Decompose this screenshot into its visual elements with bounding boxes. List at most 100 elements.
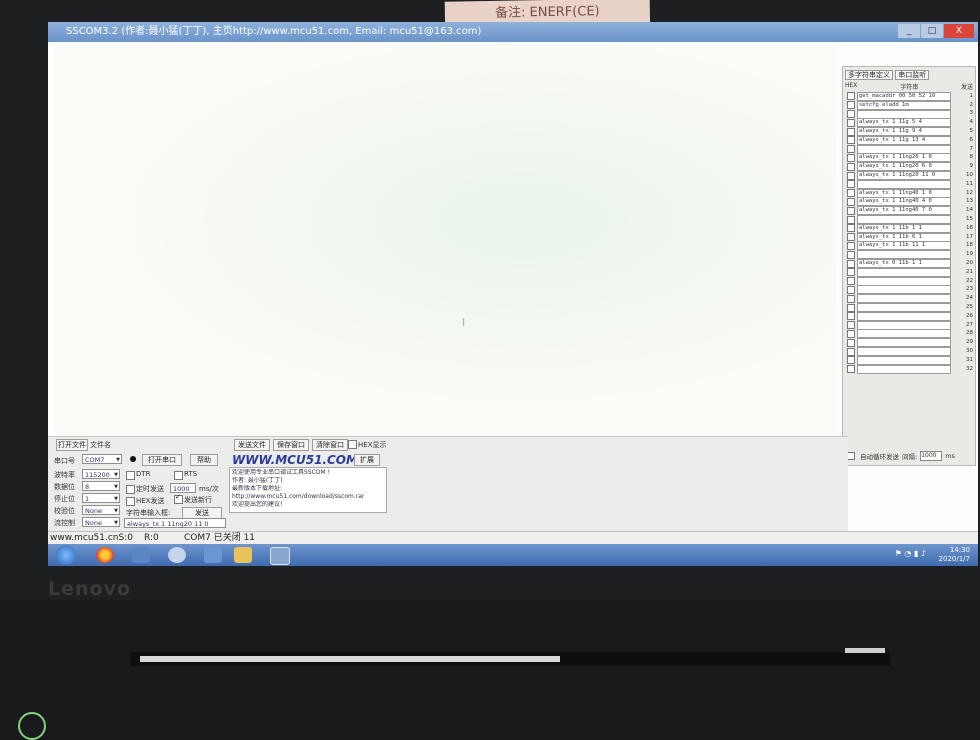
string-input[interactable]: always_tx 1 11ng40 7 0 [857, 206, 952, 216]
port-select[interactable]: COM7 [82, 454, 122, 465]
string-input[interactable]: always_tx 1 11g 9 4 [857, 127, 952, 137]
hex-checkbox[interactable] [847, 189, 855, 198]
hex-checkbox[interactable] [847, 294, 855, 303]
string-input[interactable]: always_tx 1 11ng20 6 0 [857, 162, 952, 172]
hex-checkbox[interactable] [847, 171, 855, 180]
send-file-button[interactable]: 发送文件 [234, 439, 270, 451]
tab-port-monitor[interactable]: 串口监听 [895, 70, 930, 80]
save-window-button[interactable]: 保存窗口 [273, 439, 309, 451]
hex-checkbox[interactable] [847, 215, 855, 224]
send-row-button[interactable]: 2 [955, 102, 974, 109]
tab-multi-string[interactable]: 多字符串定义 [845, 70, 893, 80]
hex-checkbox[interactable] [847, 321, 855, 330]
string-input[interactable] [857, 355, 952, 365]
timed-interval-input[interactable]: 1000 [170, 483, 196, 493]
send-row-button[interactable]: 19 [955, 251, 973, 258]
tray-icon[interactable]: ◔ [904, 549, 911, 558]
send-row-button[interactable]: 31 [955, 357, 973, 364]
string-input[interactable]: always_tx 1 11b 11 1 [857, 241, 952, 251]
send-row-button[interactable]: 4 [955, 119, 974, 126]
hex-checkbox[interactable] [847, 250, 855, 259]
send-row-button[interactable]: 26 [955, 313, 973, 320]
send-row-button[interactable]: 10 [955, 172, 973, 179]
send-row-button[interactable]: 27 [955, 322, 973, 329]
hex-checkbox[interactable] [847, 329, 855, 338]
string-input[interactable] [857, 285, 952, 295]
string-input[interactable] [857, 109, 952, 119]
string-input[interactable] [857, 303, 952, 313]
expand-button[interactable]: 扩展 [354, 454, 380, 466]
send-row-button[interactable]: 25 [955, 304, 973, 311]
string-input[interactable]: always_tx 1 11g 13 4 [857, 135, 952, 145]
send-row-button[interactable]: 16 [955, 225, 973, 232]
hex-checkbox[interactable] [847, 338, 855, 347]
hex-checkbox[interactable] [847, 127, 855, 136]
send-row-button[interactable]: 30 [955, 348, 973, 355]
string-input[interactable]: always_tx 1 11ng40 4 0 [857, 197, 952, 207]
string-input[interactable]: always_tx 1 11b 1 1 [857, 223, 952, 233]
hex-checkbox[interactable] [847, 312, 855, 321]
auto-loop-checkbox[interactable] [847, 452, 855, 460]
hex-checkbox[interactable] [847, 277, 855, 286]
string-input[interactable]: setcfg eladd 1m [857, 100, 952, 110]
hex-checkbox[interactable] [847, 233, 855, 242]
app-icon[interactable] [132, 547, 150, 563]
app-icon[interactable] [204, 547, 222, 563]
send-row-button[interactable]: 22 [955, 278, 973, 285]
send-row-button[interactable]: 3 [955, 110, 974, 117]
hex-checkbox[interactable] [847, 365, 855, 374]
hex-checkbox[interactable] [847, 197, 855, 206]
hex-checkbox[interactable] [847, 136, 855, 145]
string-input[interactable] [857, 364, 952, 374]
send-row-button[interactable]: 9 [955, 163, 974, 170]
hex-checkbox[interactable] [847, 347, 855, 356]
string-input[interactable]: always_tx 1 11ng20 1 0 [857, 153, 952, 163]
hex-checkbox[interactable] [847, 356, 855, 365]
string-input[interactable] [857, 338, 952, 348]
send-row-button[interactable]: 18 [955, 242, 973, 249]
hex-checkbox[interactable] [847, 206, 855, 215]
open-port-button[interactable]: 打开串口 [142, 454, 182, 466]
send-row-button[interactable]: 8 [955, 154, 974, 161]
send-row-button[interactable]: 6 [955, 137, 974, 144]
string-input[interactable] [857, 215, 952, 225]
send-row-button[interactable]: 29 [955, 339, 973, 346]
maximize-button[interactable]: □ [921, 24, 943, 38]
start-button[interactable] [56, 545, 76, 565]
minimize-button[interactable]: _ [898, 24, 920, 38]
interval-input[interactable]: 1000 [920, 451, 943, 461]
hex-checkbox[interactable] [847, 109, 855, 118]
string-input[interactable] [857, 311, 952, 321]
string-input[interactable] [857, 179, 952, 189]
open-file-button[interactable]: 打开文件 [56, 439, 88, 451]
hex-checkbox[interactable] [847, 241, 855, 250]
string-input[interactable] [857, 294, 952, 304]
hex-checkbox[interactable] [847, 92, 855, 101]
website-link[interactable]: WWW.MCU51.COM [232, 453, 358, 467]
folder-icon[interactable] [234, 547, 252, 563]
send-row-button[interactable]: 21 [955, 269, 973, 276]
hex-checkbox[interactable] [847, 145, 855, 154]
string-input[interactable] [857, 267, 952, 277]
hex-checkbox[interactable] [847, 118, 855, 127]
hex-checkbox[interactable] [847, 153, 855, 162]
string-input[interactable]: always_tx 1 11ng20 11 0 [857, 171, 952, 181]
send-row-button[interactable]: 13 [955, 198, 973, 205]
chrome-icon[interactable] [96, 547, 114, 563]
close-button[interactable]: X [944, 24, 974, 38]
hex-checkbox[interactable] [847, 285, 855, 294]
send-row-button[interactable]: 11 [955, 181, 973, 188]
help-button[interactable]: 帮助 [190, 454, 218, 466]
data-bits-select[interactable]: 8 [82, 481, 120, 492]
clear-window-button[interactable]: 清除窗口 [312, 439, 348, 451]
dtr-checkbox[interactable] [126, 471, 135, 480]
send-row-button[interactable]: 14 [955, 207, 973, 214]
tray-icon[interactable]: ⚑ [895, 549, 902, 558]
string-input[interactable] [857, 144, 952, 154]
send-input[interactable]: always_tx 1 11ng20 11 0 [124, 518, 226, 528]
hex-checkbox[interactable] [847, 224, 855, 233]
string-input[interactable]: always_tx 1 11ng40 1 0 [857, 188, 952, 198]
network-icon[interactable]: ▮ [914, 549, 918, 558]
send-row-button[interactable]: 20 [955, 260, 973, 267]
send-newline-checkbox[interactable]: ✓ [174, 493, 183, 504]
